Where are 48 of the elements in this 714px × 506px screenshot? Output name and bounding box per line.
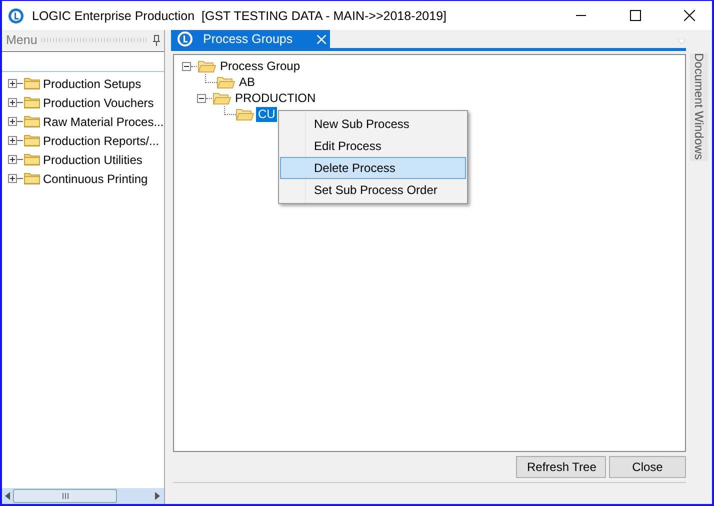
menu-item[interactable]: Raw Material Proces...: [43, 114, 164, 128]
tree-node[interactable]: Process Group: [218, 58, 302, 74]
folder-icon: [24, 115, 40, 128]
menu-option[interactable]: Delete Process: [280, 157, 466, 179]
maximize-icon[interactable]: [630, 10, 640, 21]
panel-title: Menu: [6, 33, 38, 47]
tree-node[interactable]: CU: [256, 106, 278, 122]
expand-icon[interactable]: [8, 98, 17, 107]
tree-node[interactable]: AB: [237, 74, 258, 90]
menu-item[interactable]: Continuous Printing: [43, 172, 148, 186]
collapse-icon[interactable]: [197, 94, 206, 102]
document-tab[interactable]: Process Groups: [171, 30, 330, 48]
expand-icon[interactable]: [8, 155, 17, 164]
menu-item[interactable]: Production Reports/...: [43, 134, 160, 148]
menu-option[interactable]: Set Sub Process Order: [280, 179, 466, 201]
menu-search-field[interactable]: [2, 51, 164, 72]
folder-icon: [213, 92, 231, 104]
app-logo-icon: [8, 8, 24, 24]
expand-icon[interactable]: [8, 174, 17, 183]
folder-icon: [24, 172, 40, 185]
window-title: LOGIC Enterprise Production [GST TESTING DATA - MAIN->>2018-2019]: [32, 8, 448, 22]
collapse-icon[interactable]: [182, 62, 191, 70]
folder-icon: [24, 96, 40, 109]
horizontal-scrollbar[interactable]: [2, 488, 164, 504]
menu-option[interactable]: Edit Process: [280, 135, 466, 157]
folder-icon: [24, 77, 40, 90]
tree-node[interactable]: PRODUCTION: [233, 90, 318, 106]
pin-icon[interactable]: [153, 34, 160, 46]
folder-icon: [24, 134, 40, 147]
menu-option[interactable]: New Sub Process: [280, 113, 466, 135]
side-tab[interactable]: Document Windows: [690, 53, 708, 161]
menu-item[interactable]: Production Utilities: [43, 152, 142, 166]
expand-icon[interactable]: [8, 79, 17, 88]
menu-item[interactable]: Production Setups: [43, 76, 142, 90]
menu-item[interactable]: Production Vouchers: [43, 96, 154, 110]
scroll-left-icon[interactable]: [5, 492, 11, 500]
scrollbar-thumb[interactable]: [13, 489, 117, 503]
refresh-button[interactable]: Refresh Tree: [516, 456, 606, 478]
folder-icon: [217, 76, 235, 88]
expand-icon[interactable]: [8, 117, 17, 126]
close-dialog-button[interactable]: Close: [609, 456, 686, 478]
folder-icon: [198, 60, 216, 72]
close-icon[interactable]: [684, 10, 694, 21]
expand-icon[interactable]: [8, 136, 17, 145]
folder-icon: [236, 108, 254, 120]
grip-icon: [62, 493, 68, 499]
scroll-right-icon[interactable]: [155, 492, 161, 500]
folder-icon: [24, 153, 40, 166]
